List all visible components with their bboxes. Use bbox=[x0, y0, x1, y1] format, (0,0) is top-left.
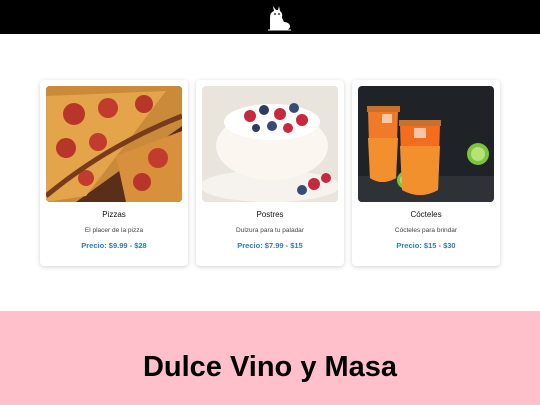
brand-title: Dulce Vino y Masa bbox=[142, 351, 398, 383]
pizza-image[interactable] bbox=[46, 86, 182, 202]
dessert-image[interactable] bbox=[202, 86, 338, 202]
brand-banner: Dulce Vino y Masa bbox=[0, 311, 540, 405]
product-card-cocteles[interactable]: Cócteles Cócteles para brindar Precio: $… bbox=[352, 80, 500, 266]
card-description: Dulzura para tu paladar bbox=[236, 227, 304, 234]
card-description: Cócteles para brindar bbox=[394, 227, 458, 234]
card-price: Precio: $15 - $30 bbox=[396, 241, 456, 250]
card-description: El placer de la pizza bbox=[84, 227, 144, 234]
card-title: Pizzas bbox=[102, 210, 126, 219]
card-price: Precio: $9.99 - $28 bbox=[81, 241, 147, 250]
top-navigation-bar bbox=[0, 0, 540, 34]
card-title: Cócteles bbox=[410, 210, 442, 219]
cat-logo-icon[interactable] bbox=[264, 4, 292, 31]
product-cards: Pizzas El placer de la pizza Precio: $9.… bbox=[40, 80, 500, 266]
cocktail-image[interactable] bbox=[358, 86, 494, 202]
product-card-pizzas[interactable]: Pizzas El placer de la pizza Precio: $9.… bbox=[40, 80, 188, 266]
product-card-postres[interactable]: Postres Dulzura para tu paladar Precio: … bbox=[196, 80, 344, 266]
card-price: Precio: $7.99 - $15 bbox=[237, 241, 303, 250]
card-title: Postres bbox=[256, 210, 284, 219]
